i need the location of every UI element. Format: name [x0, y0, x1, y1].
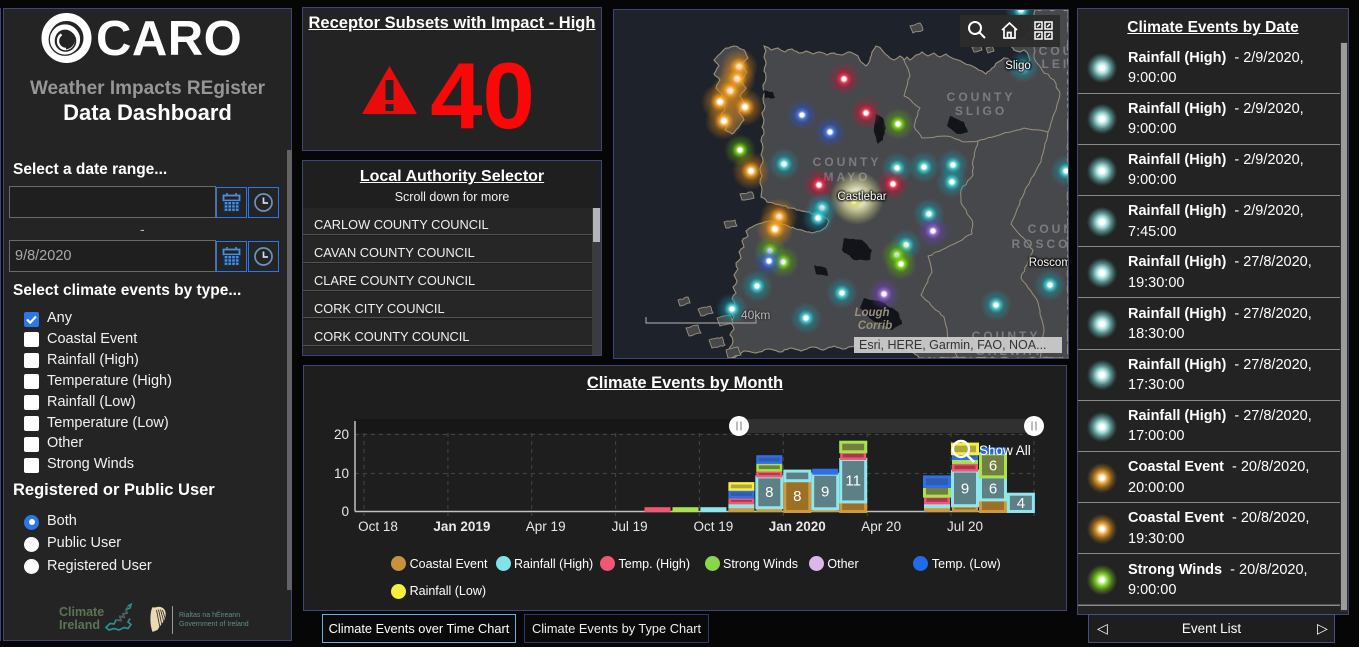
svg-text:LEITRIM: LEITRIM [1042, 57, 1069, 71]
svg-text:Jul 20: Jul 20 [947, 519, 983, 534]
svg-text:Show All: Show All [979, 443, 1031, 458]
svg-text:20: 20 [334, 427, 349, 442]
svg-text:9: 9 [821, 484, 829, 501]
svg-text:Oct 18: Oct 18 [358, 519, 398, 534]
svg-text:Roscommon: Roscommon [1029, 257, 1068, 269]
svg-text:6: 6 [989, 480, 997, 497]
svg-text:Sligo: Sligo [1005, 60, 1031, 72]
svg-text:COUNTY: COUNTY [1028, 222, 1068, 236]
svg-text:Jan 2020: Jan 2020 [769, 519, 826, 534]
svg-text:11: 11 [845, 473, 861, 490]
svg-text:Jul 19: Jul 19 [612, 519, 648, 534]
svg-text:10: 10 [334, 466, 349, 481]
svg-text:4: 4 [1017, 495, 1025, 512]
svg-text:COUNTY: COUNTY [947, 90, 1016, 104]
svg-text:COUNTY: COUNTY [813, 155, 882, 169]
svg-text:40km: 40km [741, 308, 770, 322]
svg-text:8: 8 [765, 484, 773, 501]
svg-text:6: 6 [989, 457, 997, 474]
svg-text:SLIGO: SLIGO [955, 104, 1007, 118]
svg-text:Jan 2019: Jan 2019 [433, 519, 490, 534]
svg-text:8: 8 [793, 488, 801, 505]
svg-text:Oct 19: Oct 19 [694, 519, 734, 534]
svg-text:ROSCOMMON: ROSCOMMON [1012, 237, 1069, 251]
svg-text:9: 9 [961, 480, 969, 497]
svg-text:Apr 19: Apr 19 [526, 519, 566, 534]
svg-text:Castlebar: Castlebar [837, 191, 886, 203]
svg-text:Corrib: Corrib [858, 320, 893, 332]
svg-text:0: 0 [341, 504, 349, 519]
svg-text:Apr 20: Apr 20 [861, 519, 901, 534]
